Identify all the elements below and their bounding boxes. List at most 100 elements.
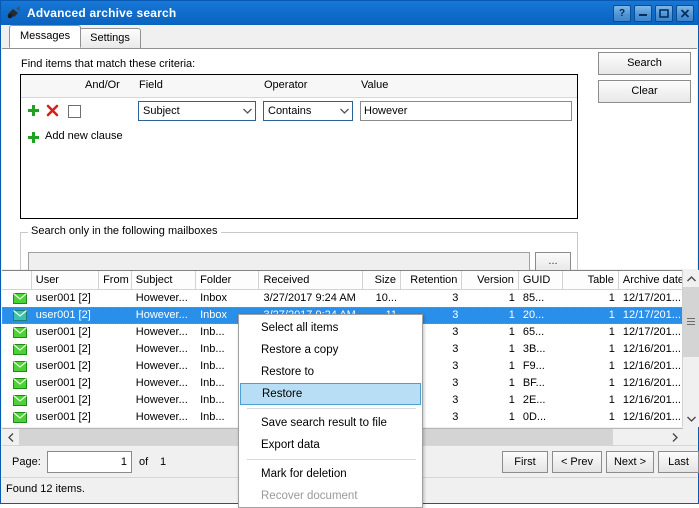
cell-version: 1 <box>462 358 518 375</box>
grid-header-version[interactable]: Version <box>462 271 518 289</box>
value-input[interactable]: However <box>360 101 572 121</box>
add-new-clause-icon[interactable] <box>27 131 40 144</box>
cell-table: 1 <box>563 392 618 409</box>
grid-header-icon[interactable] <box>2 271 32 289</box>
cell-subject: However... <box>132 341 196 358</box>
table-row[interactable]: user001 [2]However...Inbox3/27/2017 9:24… <box>2 290 697 307</box>
search-button[interactable]: Search <box>598 52 691 75</box>
cell-subject: However... <box>132 307 196 324</box>
cell-version: 1 <box>462 409 518 426</box>
tab-settings-label: Settings <box>90 32 130 44</box>
search-panel: Find items that match these criteria: An… <box>2 48 697 269</box>
cell-user: user001 [2] <box>32 324 99 341</box>
cell-version: 1 <box>462 290 518 307</box>
mail-icon <box>2 392 32 409</box>
title-bar: Advanced archive search ? <box>1 1 698 25</box>
archive-search-icon <box>5 4 23 22</box>
last-page-button[interactable]: Last <box>658 451 699 473</box>
page-of-label: of <box>139 456 148 468</box>
menu-item-restore[interactable]: Restore <box>240 383 421 405</box>
status-text: Found 12 items. <box>6 483 85 495</box>
cell-table: 1 <box>563 324 618 341</box>
mailbox-groupbox-legend: Search only in the following mailboxes <box>28 225 221 237</box>
cell-table: 1 <box>563 307 618 324</box>
criteria-header-operator: Operator <box>264 79 307 91</box>
next-page-button[interactable]: Next > <box>606 451 654 473</box>
cell-from <box>99 392 132 409</box>
operator-select[interactable]: Contains <box>263 101 353 121</box>
grid-header-subject[interactable]: Subject <box>132 271 196 289</box>
chevron-down-icon <box>336 102 352 120</box>
cell-user: user001 [2] <box>32 358 99 375</box>
close-button[interactable] <box>676 5 694 22</box>
menu-item-export-data[interactable]: Export data <box>239 434 422 456</box>
vertical-scroll-thumb[interactable] <box>683 287 699 357</box>
cell-version: 1 <box>462 392 518 409</box>
criteria-box: And/Or Field Operator Value <box>20 74 578 219</box>
cell-guid: 20... <box>519 307 564 324</box>
grid-header-table[interactable]: Table <box>563 271 618 289</box>
menu-item-select-all-items[interactable]: Select all items <box>239 317 422 339</box>
clear-button[interactable]: Clear <box>598 80 691 103</box>
maximize-button[interactable] <box>655 5 673 22</box>
grid-vertical-scrollbar[interactable] <box>682 270 698 427</box>
window-controls: ? <box>613 5 694 22</box>
cell-version: 1 <box>462 341 518 358</box>
mail-icon <box>2 358 32 375</box>
mail-icon <box>2 341 32 358</box>
menu-item-save-search-result-to-file[interactable]: Save search result to file <box>239 412 422 434</box>
cell-guid: 65... <box>519 324 564 341</box>
minimize-button[interactable] <box>634 5 652 22</box>
grid-header-guid[interactable]: GUID <box>519 271 564 289</box>
remove-clause-icon[interactable] <box>46 104 59 117</box>
menu-separator <box>247 459 416 460</box>
cell-version: 1 <box>462 375 518 392</box>
first-page-button[interactable]: First <box>502 451 548 473</box>
cell-folder: Inbox <box>196 290 259 307</box>
cell-subject: However... <box>132 358 196 375</box>
menu-item-restore-a-copy[interactable]: Restore a copy <box>239 339 422 361</box>
menu-item-restore-to[interactable]: Restore to <box>239 361 422 383</box>
chevron-down-icon <box>239 102 255 120</box>
grid-header-folder[interactable]: Folder <box>196 271 259 289</box>
scroll-left-icon[interactable] <box>2 429 19 445</box>
cell-retention: 3 <box>401 290 462 307</box>
scroll-up-icon[interactable] <box>683 270 699 287</box>
cell-from <box>99 358 132 375</box>
page-label: Page: <box>12 456 41 468</box>
criteria-header-row: And/Or Field Operator Value <box>21 75 577 98</box>
tab-messages[interactable]: Messages <box>9 25 81 48</box>
cell-table: 1 <box>563 358 618 375</box>
grid-header-size[interactable]: Size <box>363 271 401 289</box>
cell-guid: BF... <box>519 375 564 392</box>
cell-subject: However... <box>132 375 196 392</box>
grid-header-received[interactable]: Received <box>259 271 363 289</box>
cell-subject: However... <box>132 324 196 341</box>
field-select[interactable]: Subject <box>138 101 256 121</box>
tab-messages-label: Messages <box>20 30 70 42</box>
prev-page-button[interactable]: < Prev <box>552 451 602 473</box>
tab-settings[interactable]: Settings <box>79 28 141 48</box>
cell-table: 1 <box>563 290 618 307</box>
menu-item-mark-for-deletion[interactable]: Mark for deletion <box>239 463 422 485</box>
help-button[interactable]: ? <box>613 5 631 22</box>
criteria-header-value: Value <box>361 79 388 91</box>
cell-table: 1 <box>563 341 618 358</box>
cell-from <box>99 324 132 341</box>
vertical-scroll-track[interactable] <box>683 287 699 410</box>
clause-checkbox[interactable] <box>68 105 81 118</box>
cell-received: 3/27/2017 9:24 AM <box>259 290 363 307</box>
cell-from <box>99 375 132 392</box>
grid-header-from[interactable]: From <box>99 271 132 289</box>
add-new-clause-label: Add new clause <box>45 130 123 142</box>
cell-table: 1 <box>563 409 618 426</box>
cell-user: user001 [2] <box>32 341 99 358</box>
grid-header-retention[interactable]: Retention <box>401 271 462 289</box>
criteria-clause-row: Subject Contains However <box>21 98 577 128</box>
grid-header-user[interactable]: User <box>32 271 99 289</box>
page-number-input[interactable]: 1 <box>47 451 132 473</box>
add-clause-icon[interactable] <box>27 104 40 117</box>
scroll-right-icon[interactable] <box>666 429 683 445</box>
add-new-clause-row[interactable]: Add new clause <box>21 128 577 148</box>
scroll-down-icon[interactable] <box>683 410 699 427</box>
